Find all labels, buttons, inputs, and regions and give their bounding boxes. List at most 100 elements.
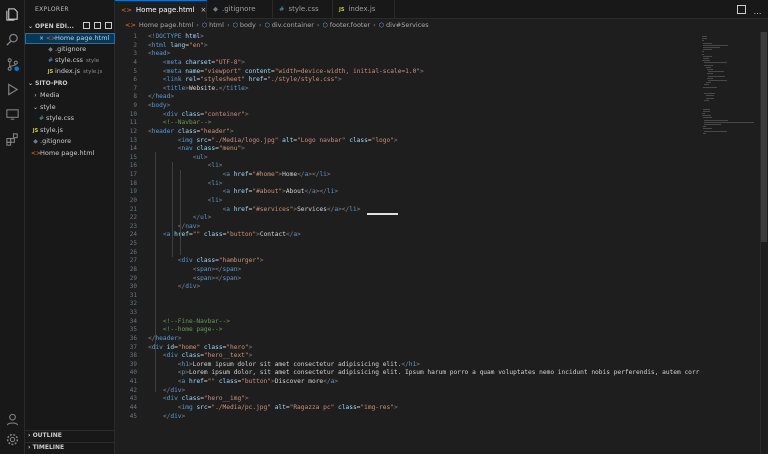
breadcrumb-item[interactable]: body xyxy=(240,19,256,32)
code-line[interactable]: </ul> xyxy=(148,214,700,223)
open-editor-item[interactable]: # style.css style xyxy=(25,55,115,66)
code-line[interactable]: </div> xyxy=(148,387,700,396)
extensions-icon[interactable] xyxy=(5,132,20,147)
code-line[interactable] xyxy=(148,249,700,258)
code-line[interactable]: <ul> xyxy=(148,154,700,163)
split-editor-icon[interactable] xyxy=(736,5,746,14)
code-editor[interactable]: 1 2 3 4 5 6 7 8 9 10 11 12 13 14 15 16 17 18 19 20 21 22 23 24 2… xyxy=(115,32,700,454)
code-line[interactable]: <img src="./Media/logo.jpg" alt="Logo na… xyxy=(148,137,700,146)
code-line[interactable]: <p>Lorem ipsum dolor, sit amet consectet… xyxy=(148,369,700,378)
breadcrumb-item[interactable]: div.container xyxy=(272,19,314,32)
code-token: Lorem ipsum dolor, sit amet consectetur … xyxy=(189,369,700,377)
file-item[interactable]: ◆ .gitignore xyxy=(25,136,115,147)
code-line[interactable]: <meta charset="UTF-8"> xyxy=(148,59,700,68)
code-line[interactable]: <span></span> xyxy=(148,266,700,275)
close-icon[interactable]: × xyxy=(200,6,206,14)
close-icon[interactable]: × xyxy=(37,33,46,44)
code-line[interactable]: <nav class="menu"> xyxy=(148,145,700,154)
code-token: > xyxy=(230,127,234,135)
code-line[interactable]: </div> xyxy=(148,413,700,422)
code-line[interactable]: <div class="conteiner"> xyxy=(148,111,700,120)
code-line[interactable]: </nav> xyxy=(148,223,700,232)
open-editors-header[interactable]: ⌄ OPEN EDI... xyxy=(25,22,115,32)
html-file-icon: <> xyxy=(125,21,136,29)
file-item[interactable]: JS style.js xyxy=(25,125,115,136)
code-line[interactable]: </div> xyxy=(148,283,700,292)
tab-index-js[interactable]: JS index.js xyxy=(333,0,395,19)
tab-home-page-html[interactable]: <> Home page.html × xyxy=(115,0,207,19)
timeline-section[interactable]: › TIMELINE xyxy=(25,442,115,452)
account-icon[interactable] xyxy=(5,412,20,427)
code-line[interactable]: <li> xyxy=(148,180,700,189)
open-editor-item[interactable]: ◆ .gitignore xyxy=(25,44,115,55)
code-token: lang xyxy=(166,41,186,49)
file-item[interactable]: <>Home page.html xyxy=(25,148,115,159)
open-editor-item[interactable]: × <>Home page.html xyxy=(25,33,115,44)
folder-item[interactable]: ⌄ style xyxy=(25,102,115,113)
code-line[interactable] xyxy=(148,309,700,318)
file-item[interactable]: # style.css xyxy=(25,113,115,124)
run-debug-icon[interactable] xyxy=(5,82,20,97)
code-line[interactable]: <div class="hamburger"> xyxy=(148,257,700,266)
code-line[interactable]: <li> xyxy=(148,197,700,206)
settings-gear-icon[interactable] xyxy=(5,432,20,447)
breadcrumb-item[interactable]: footer.footer xyxy=(330,19,370,32)
code-line[interactable]: <a href="#about">About</a></li> xyxy=(148,188,700,197)
outline-section[interactable]: › OUTLINE xyxy=(25,430,115,440)
save-all-icon[interactable] xyxy=(93,22,101,29)
code-token: < xyxy=(148,369,182,377)
line-number: 22 xyxy=(129,214,137,222)
tab-gitignore[interactable]: ◆ .gitignore xyxy=(207,0,273,19)
code-line[interactable] xyxy=(148,292,700,301)
code-line[interactable]: <a href="" class="button">Discover more<… xyxy=(148,378,700,387)
breadcrumb-item[interactable]: html xyxy=(209,19,224,32)
breadcrumb-item[interactable]: Home page.html xyxy=(139,19,193,32)
code-token: < xyxy=(148,162,212,170)
code-line[interactable]: <body> xyxy=(148,102,700,111)
item-name: .gitignore xyxy=(40,137,72,145)
open-editor-item[interactable]: JS index.js style.js xyxy=(25,66,115,77)
scrollbar-thumb[interactable] xyxy=(761,32,767,242)
breadcrumb-item[interactable]: div#Services xyxy=(386,19,429,32)
code-line[interactable]: <img src="./Media/pc.jpg" alt="Ragazza p… xyxy=(148,404,700,413)
code-line[interactable]: <!--Fine-Navbar--> xyxy=(148,318,700,327)
code-line[interactable]: <div class="hero__text"> xyxy=(148,352,700,361)
explorer-icon[interactable] xyxy=(5,7,20,22)
code-line[interactable] xyxy=(148,300,700,309)
code-line[interactable]: <head> xyxy=(148,50,700,59)
code-line[interactable]: <html lang="en"> xyxy=(148,42,700,51)
code-line[interactable]: </head> xyxy=(148,93,700,102)
js-file-icon: JS xyxy=(47,69,54,75)
code-line[interactable]: </header> xyxy=(148,335,700,344)
code-token: Contact xyxy=(259,231,286,239)
code-line[interactable]: <a href="#services">Services</a></li> xyxy=(148,206,700,215)
tab-style-css[interactable]: # style.css xyxy=(273,0,333,19)
code-line[interactable]: <link rel="stylesheet" href="./style/sty… xyxy=(148,76,700,85)
code-line[interactable]: <li> xyxy=(148,162,700,171)
code-line[interactable]: <div id="home" class="hero"> xyxy=(148,344,700,353)
code-content[interactable]: <!DOCTYPE html> <html lang="en"> <head> <m… xyxy=(148,33,700,421)
code-line[interactable]: <a href="#home">Home</a></li> xyxy=(148,171,700,180)
project-header[interactable]: ⌄ SITO-PRO xyxy=(25,79,115,89)
minimap-line xyxy=(703,44,728,46)
code-line[interactable]: <header class="header"> xyxy=(148,128,700,137)
close-all-icon[interactable] xyxy=(105,22,112,29)
remote-explorer-icon[interactable] xyxy=(5,107,20,122)
new-file-icon[interactable] xyxy=(82,22,90,29)
code-line[interactable]: <!--Navbar--> xyxy=(148,119,700,128)
code-line[interactable]: <meta name="viewport" content="width=dev… xyxy=(148,68,700,77)
code-line[interactable]: <a href="" class="button">Contact</a> xyxy=(148,231,700,240)
code-line[interactable]: <!--home page--> xyxy=(148,326,700,335)
code-line[interactable]: <!DOCTYPE html> xyxy=(148,33,700,42)
minimap-line xyxy=(704,64,713,66)
minimap[interactable] xyxy=(700,32,760,454)
code-line[interactable]: <title>Website.</title> xyxy=(148,85,700,94)
source-control-icon[interactable] xyxy=(5,57,20,72)
code-line[interactable] xyxy=(148,240,700,249)
folder-item[interactable]: › Media xyxy=(25,90,115,101)
code-line[interactable]: <h1 > Lorem ipsum dolor sit amet consectet… xyxy=(148,361,700,370)
search-icon[interactable] xyxy=(5,32,20,47)
code-line[interactable]: <span></span> xyxy=(148,275,700,284)
code-line[interactable]: <div class="hero__img"> xyxy=(148,395,700,404)
more-actions-icon[interactable]: … xyxy=(753,8,762,18)
